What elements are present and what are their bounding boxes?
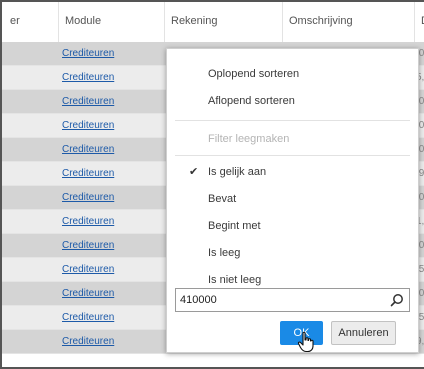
grid-header: er Module Rekening Omschrijving Deb <box>2 2 424 43</box>
column-header-omschrijving[interactable]: Omschrijving <box>282 2 414 42</box>
column-filter-menu: Oplopend sorteren Aflopend sorteren Filt… <box>166 48 419 353</box>
module-link[interactable]: Crediteuren <box>62 162 114 186</box>
menu-item-contains[interactable]: Bevat <box>167 186 418 212</box>
column-header-rekening[interactable]: Rekening <box>164 2 282 42</box>
module-link[interactable]: Crediteuren <box>62 210 114 234</box>
module-link[interactable]: Crediteuren <box>62 186 114 210</box>
module-link[interactable]: Crediteuren <box>62 234 114 258</box>
menu-item-starts-with[interactable]: Begint met <box>167 213 418 239</box>
search-icon[interactable] <box>390 293 404 307</box>
module-link[interactable]: Crediteuren <box>62 330 114 354</box>
filter-value-input[interactable] <box>180 291 380 309</box>
module-link[interactable]: Crediteuren <box>62 258 114 282</box>
menu-item-sort-descending[interactable]: Aflopend sorteren <box>167 88 418 114</box>
menu-separator <box>175 155 410 156</box>
module-link[interactable]: Crediteuren <box>62 90 114 114</box>
checkmark-icon: ✔ <box>189 166 199 178</box>
module-link[interactable]: Crediteuren <box>62 282 114 306</box>
filter-value-field[interactable] <box>175 288 410 312</box>
module-link[interactable]: Crediteuren <box>62 306 114 330</box>
module-link[interactable]: Crediteuren <box>62 42 114 66</box>
column-header-nummer[interactable]: er <box>2 2 58 42</box>
grid-frame: er Module Rekening Omschrijving Deb Cred… <box>0 0 424 369</box>
hand-pointer-icon <box>297 331 314 353</box>
module-link[interactable]: Crediteuren <box>62 66 114 90</box>
module-link[interactable]: Crediteuren <box>62 138 114 162</box>
menu-separator <box>175 120 410 121</box>
menu-item-clear-filter: Filter leegmaken <box>208 133 290 145</box>
menu-item-equals[interactable]: ✔ Is gelijk aan <box>167 159 418 185</box>
cancel-button[interactable]: Annuleren <box>331 321 396 345</box>
menu-item-equals-label: Is gelijk aan <box>208 166 267 178</box>
menu-item-is-empty[interactable]: Is leeg <box>167 240 418 266</box>
column-header-debet[interactable]: Deb <box>414 2 424 42</box>
menu-item-sort-ascending[interactable]: Oplopend sorteren <box>167 61 418 87</box>
module-link[interactable]: Crediteuren <box>62 114 114 138</box>
column-header-module[interactable]: Module <box>58 2 164 42</box>
